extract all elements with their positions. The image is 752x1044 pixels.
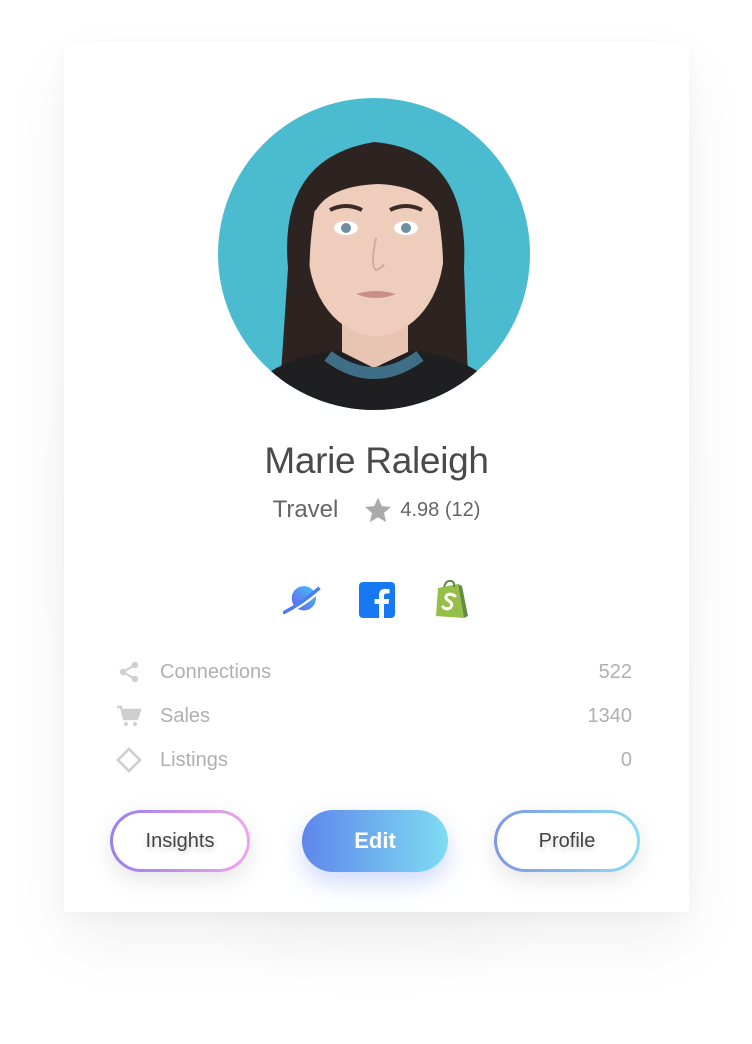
- avatar: [218, 98, 530, 410]
- profile-meta: Travel 4.98 (12): [64, 494, 689, 526]
- stat-row-connections: Connections 522: [116, 650, 632, 694]
- stat-value: 522: [598, 660, 632, 683]
- profile-button[interactable]: Profile: [494, 810, 640, 872]
- share-icon: [116, 659, 142, 685]
- profile-card: Marie Raleigh Travel 4.98 (12) Connectio…: [64, 42, 689, 912]
- action-buttons: Insights Edit Profile: [110, 810, 640, 874]
- stat-row-listings: Listings 0: [116, 738, 632, 782]
- stats-list: Connections 522 Sales 1340 Listings 0: [116, 650, 632, 782]
- insights-button-label: Insights: [113, 813, 247, 869]
- profile-category: Travel: [272, 496, 339, 523]
- diamond-icon: [116, 747, 142, 773]
- profile-button-label: Profile: [497, 813, 637, 869]
- stat-label: Connections: [160, 660, 272, 683]
- planet-icon[interactable]: [282, 580, 323, 620]
- stat-label: Sales: [160, 704, 211, 727]
- stat-row-sales: Sales 1340: [116, 694, 632, 738]
- rating-value: 4.98 (12): [400, 498, 481, 521]
- stat-value: 0: [620, 748, 632, 771]
- star-icon: [362, 495, 394, 525]
- stat-label: Listings: [160, 748, 228, 771]
- stat-value: 1340: [587, 704, 633, 727]
- cart-icon: [116, 703, 142, 729]
- insights-button[interactable]: Insights: [110, 810, 250, 872]
- shopify-icon[interactable]: [431, 580, 471, 620]
- facebook-icon[interactable]: [357, 580, 397, 620]
- profile-name: Marie Raleigh: [264, 440, 489, 481]
- edit-button[interactable]: Edit: [302, 810, 448, 872]
- social-links: [64, 580, 689, 620]
